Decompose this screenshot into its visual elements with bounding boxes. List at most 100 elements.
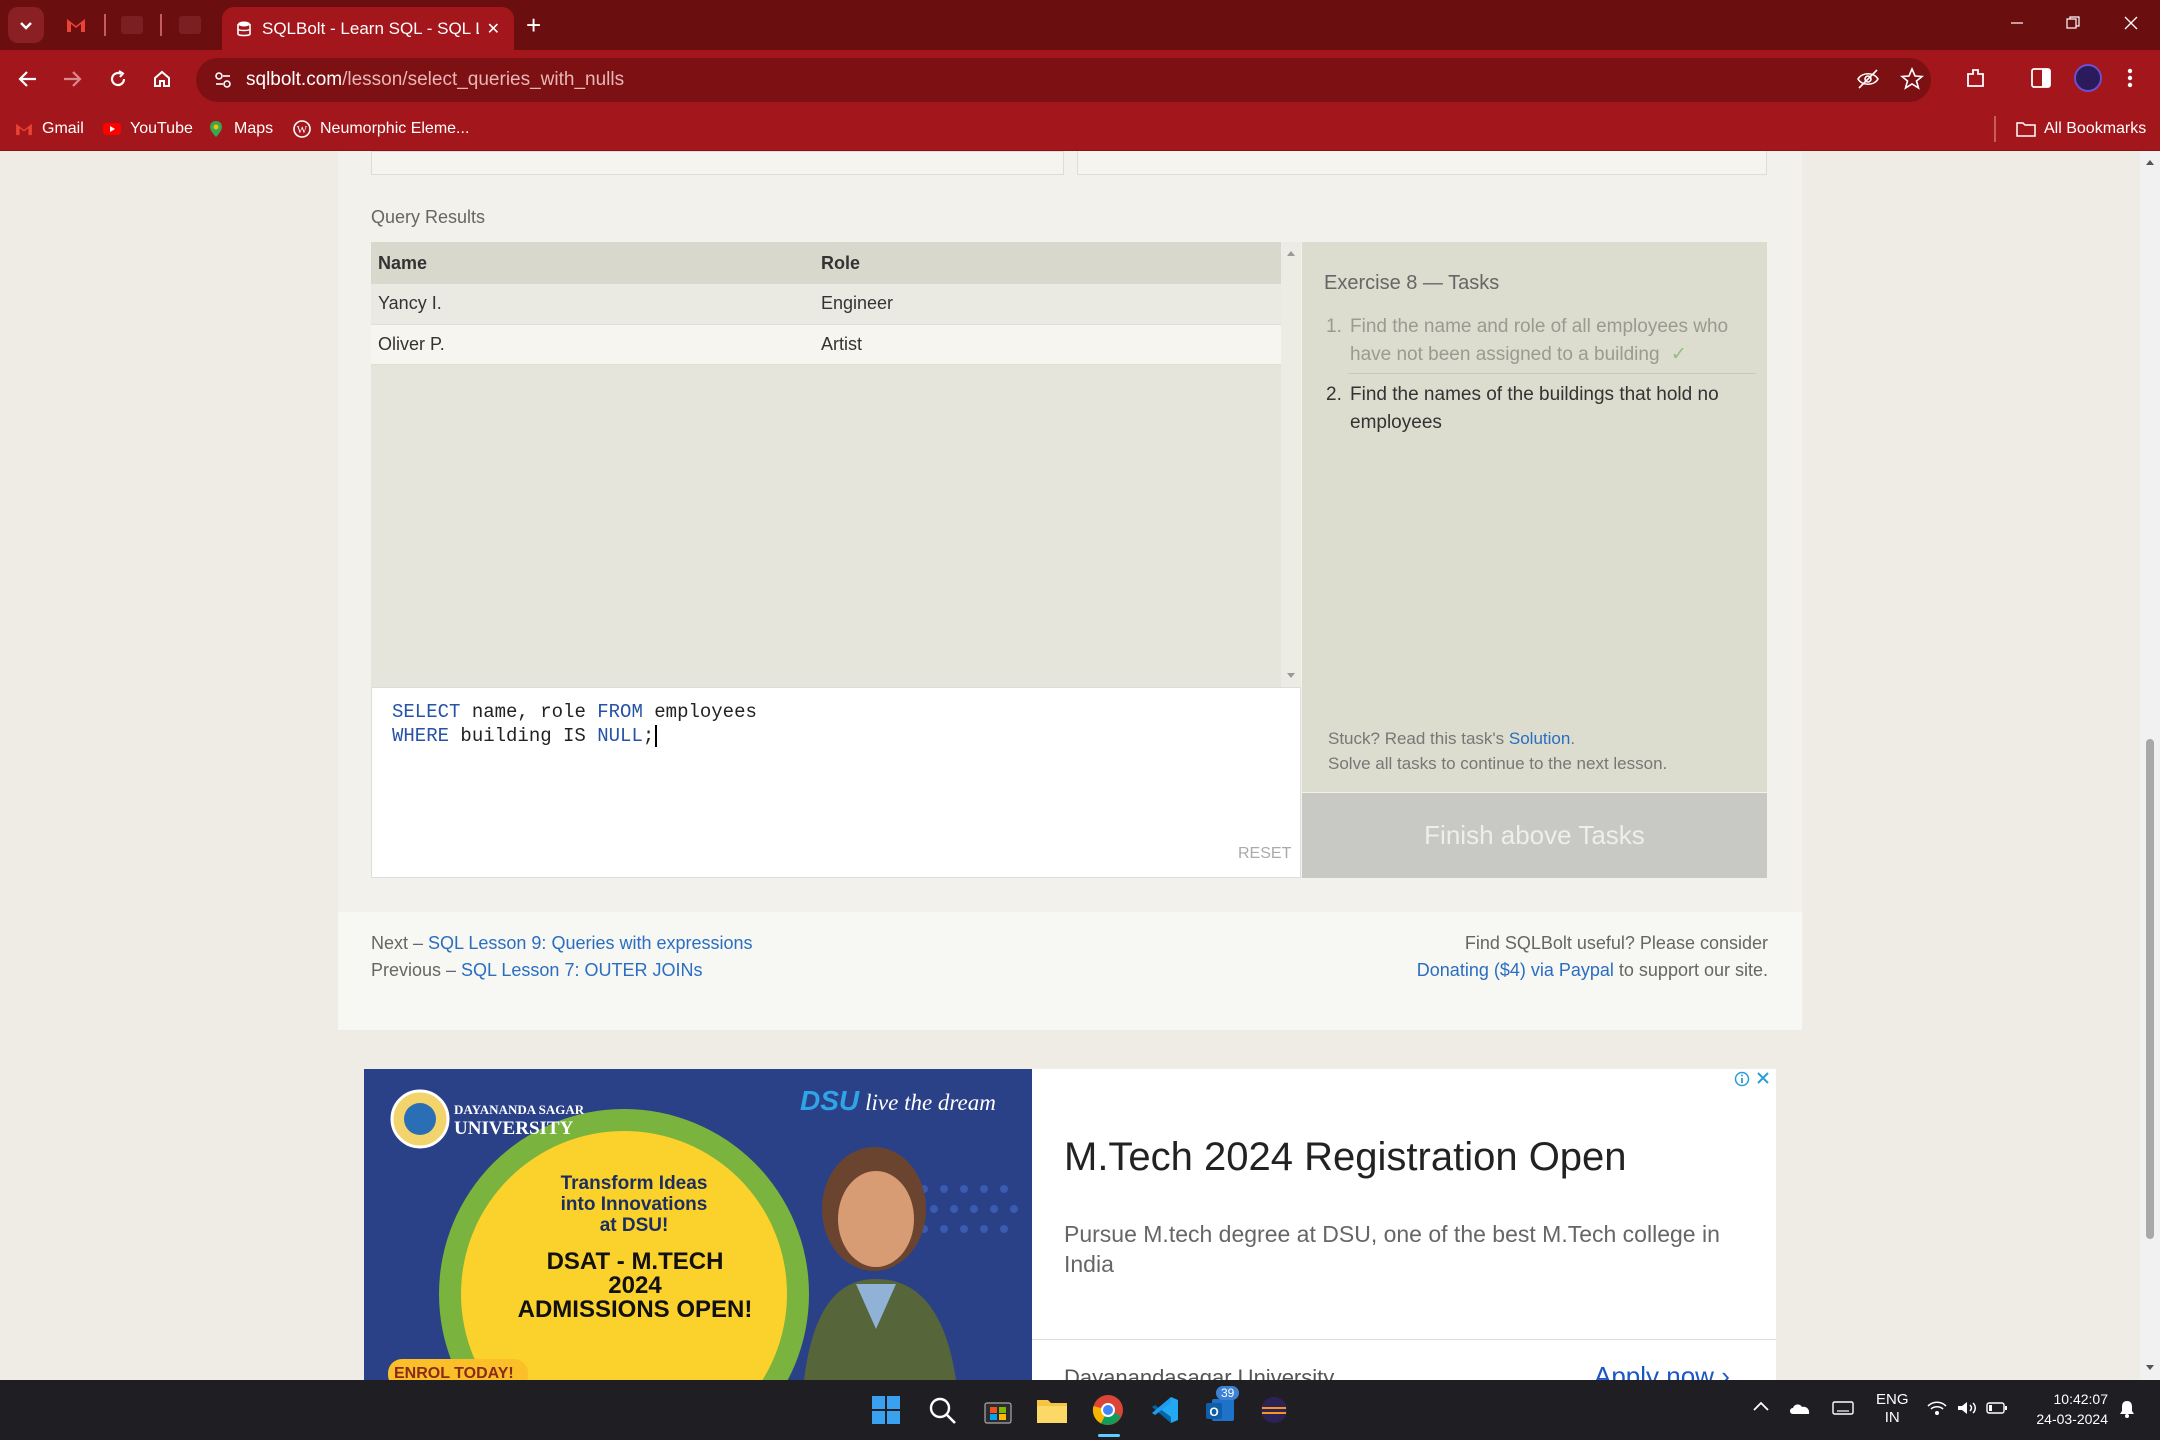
pinned-tab-2[interactable] [110, 7, 154, 43]
dsu-logo: DSU [800, 1085, 860, 1116]
ad-choices[interactable] [1734, 1071, 1770, 1087]
extensions-icon[interactable] [1964, 66, 1988, 95]
store-icon [984, 1402, 1012, 1424]
finish-tasks-button[interactable]: Finish above Tasks [1302, 793, 1767, 878]
tab-search-button[interactable] [8, 7, 44, 43]
query-results-label: Query Results [371, 207, 486, 227]
show-hidden-icons[interactable] [1752, 1399, 1770, 1418]
start-button[interactable] [866, 1390, 906, 1430]
taskbar-file-explorer[interactable] [1032, 1390, 1072, 1430]
arrow-right-icon [64, 71, 82, 87]
sql-keyword: NULL [597, 725, 643, 747]
apply-now-label: Apply now [1594, 1361, 1714, 1380]
tasks-title: Exercise 8 — Tasks [1324, 272, 1500, 294]
results-scrollbar[interactable] [1281, 242, 1301, 687]
table-row: Oliver P. Artist [371, 324, 1281, 365]
donate-line: Find SQLBolt useful? Please consider [1464, 933, 1768, 953]
solve-all-text: Solve all tasks to continue to the next … [1328, 754, 1668, 773]
menu-icon[interactable] [2124, 66, 2136, 95]
next-lesson-link[interactable]: SQL Lesson 9: Queries with expressions [428, 933, 753, 953]
previous-lesson-link[interactable]: SQL Lesson 7: OUTER JOINs [461, 960, 702, 980]
reload-button[interactable] [96, 57, 140, 101]
restore-button[interactable] [2044, 10, 2102, 36]
taskbar-chrome[interactable] [1088, 1390, 1128, 1430]
ad-admissions: DSAT - M.TECH 2024 ADMISSIONS OPEN! [504, 1250, 766, 1322]
info-icon[interactable] [1734, 1071, 1750, 1087]
url-host: sqlbolt.com [246, 69, 343, 90]
sql-editor[interactable]: SELECT name, role FROM employees WHERE b… [371, 687, 1301, 878]
volume-icon[interactable] [1956, 1399, 1978, 1422]
task-item-current: 2. Find the names of the buildings that … [1326, 381, 1756, 439]
table-fragment [1077, 151, 1767, 175]
taskbar-outlook[interactable]: O 39 [1200, 1386, 1240, 1430]
reset-button[interactable]: RESET [1238, 845, 1291, 863]
close-tab-icon[interactable]: ✕ [487, 19, 500, 39]
site-info-icon [215, 72, 231, 88]
eclipse-icon [1261, 1397, 1287, 1423]
profile-avatar[interactable] [2074, 64, 2102, 92]
tracking-protection-icon[interactable] [1856, 68, 1880, 95]
pinned-tab-gmail[interactable] [54, 7, 98, 43]
column-header-name: Name [371, 242, 814, 284]
wifi-icon[interactable] [1926, 1399, 1948, 1422]
pinned-tab-3[interactable] [168, 7, 212, 43]
university-name: DAYANANDA SAGAR UNIVERSITY [454, 1102, 584, 1140]
home-button[interactable] [140, 57, 184, 101]
bookmark-star-icon[interactable] [1899, 66, 1925, 96]
bookmark-maps[interactable]: Maps [206, 115, 273, 143]
taskbar-search-button[interactable] [922, 1390, 962, 1430]
ad-line: into Innovations [560, 1194, 708, 1215]
taskbar-eclipse[interactable] [1254, 1390, 1294, 1430]
close-ad-icon[interactable] [1756, 1071, 1770, 1085]
bookmark-youtube[interactable]: YouTube [102, 115, 193, 143]
tab-favicon-icon [179, 16, 201, 34]
sql-keyword: SELECT [392, 701, 461, 723]
active-tab[interactable]: SQLBolt - Learn SQL - SQL Less ✕ [222, 7, 514, 50]
donate-link[interactable]: Donating ($4) via Paypal [1417, 960, 1614, 980]
ad-line: at DSU! [599, 1215, 669, 1236]
bookmark-gmail[interactable]: Gmail [14, 115, 84, 143]
back-button[interactable] [6, 57, 50, 101]
input-language[interactable]: ENG IN [1876, 1391, 1909, 1427]
apply-now-button[interactable]: Apply now › [1594, 1361, 1730, 1380]
page-scrollbar[interactable] [2140, 151, 2160, 1380]
new-tab-button[interactable]: + [526, 10, 541, 41]
stuck-suffix: . [1570, 729, 1576, 748]
ad-line: Transform Ideas [560, 1173, 708, 1194]
table-cell: Artist [814, 324, 1281, 365]
taskbar-vscode[interactable] [1144, 1390, 1184, 1430]
side-panel-icon[interactable] [2030, 67, 2052, 94]
chevron-down-icon [20, 22, 32, 30]
battery-icon[interactable] [1986, 1401, 2008, 1420]
close-window-button[interactable] [2102, 10, 2160, 36]
ad-title[interactable]: M.Tech 2024 Registration Open [1064, 1135, 1627, 1180]
notifications-bell-icon[interactable] [2118, 1399, 2136, 1424]
task-text: Find the names of the buildings that hol… [1350, 384, 1719, 433]
language-code: ENG [1876, 1391, 1909, 1408]
bookmark-label: Neumorphic Eleme... [320, 120, 470, 137]
taskbar-store[interactable] [978, 1390, 1018, 1430]
wordpress-icon: W [292, 119, 312, 139]
address-bar[interactable]: sqlbolt.com/lesson/select_queries_with_n… [196, 58, 1931, 102]
reload-icon [110, 70, 126, 87]
ad-headline: Transform Ideas into Innovations at DSU! [514, 1173, 754, 1236]
keyboard-icon[interactable] [1832, 1400, 1854, 1421]
minimize-button[interactable] [1988, 10, 2046, 36]
onedrive-icon[interactable] [1788, 1400, 1812, 1421]
folder-icon [1037, 1400, 1067, 1423]
tab-separator [104, 14, 106, 36]
ad-line: 2024 [608, 1272, 662, 1299]
tab-title: SQLBolt - Learn SQL - SQL Less [262, 18, 479, 38]
bookmark-neumorphic[interactable]: W Neumorphic Eleme... [292, 115, 469, 143]
sql-text: ; [642, 725, 655, 747]
solution-link[interactable]: Solution [1509, 729, 1570, 748]
chevron-right-icon: › [1721, 1361, 1730, 1380]
gmail-icon [14, 119, 34, 139]
advertisement[interactable]: DAYANANDA SAGAR UNIVERSITY DSU live the … [364, 1069, 1776, 1380]
ad-banner-image[interactable]: DAYANANDA SAGAR UNIVERSITY DSU live the … [364, 1069, 1032, 1380]
clock[interactable]: 10:42:07 24-03-2024 [2024, 1389, 2108, 1429]
forward-button[interactable] [50, 57, 94, 101]
ad-line: DSAT - M.TECH [546, 1248, 724, 1275]
all-bookmarks-button[interactable]: All Bookmarks [2016, 115, 2146, 143]
scroll-down-icon [2146, 1365, 2154, 1370]
